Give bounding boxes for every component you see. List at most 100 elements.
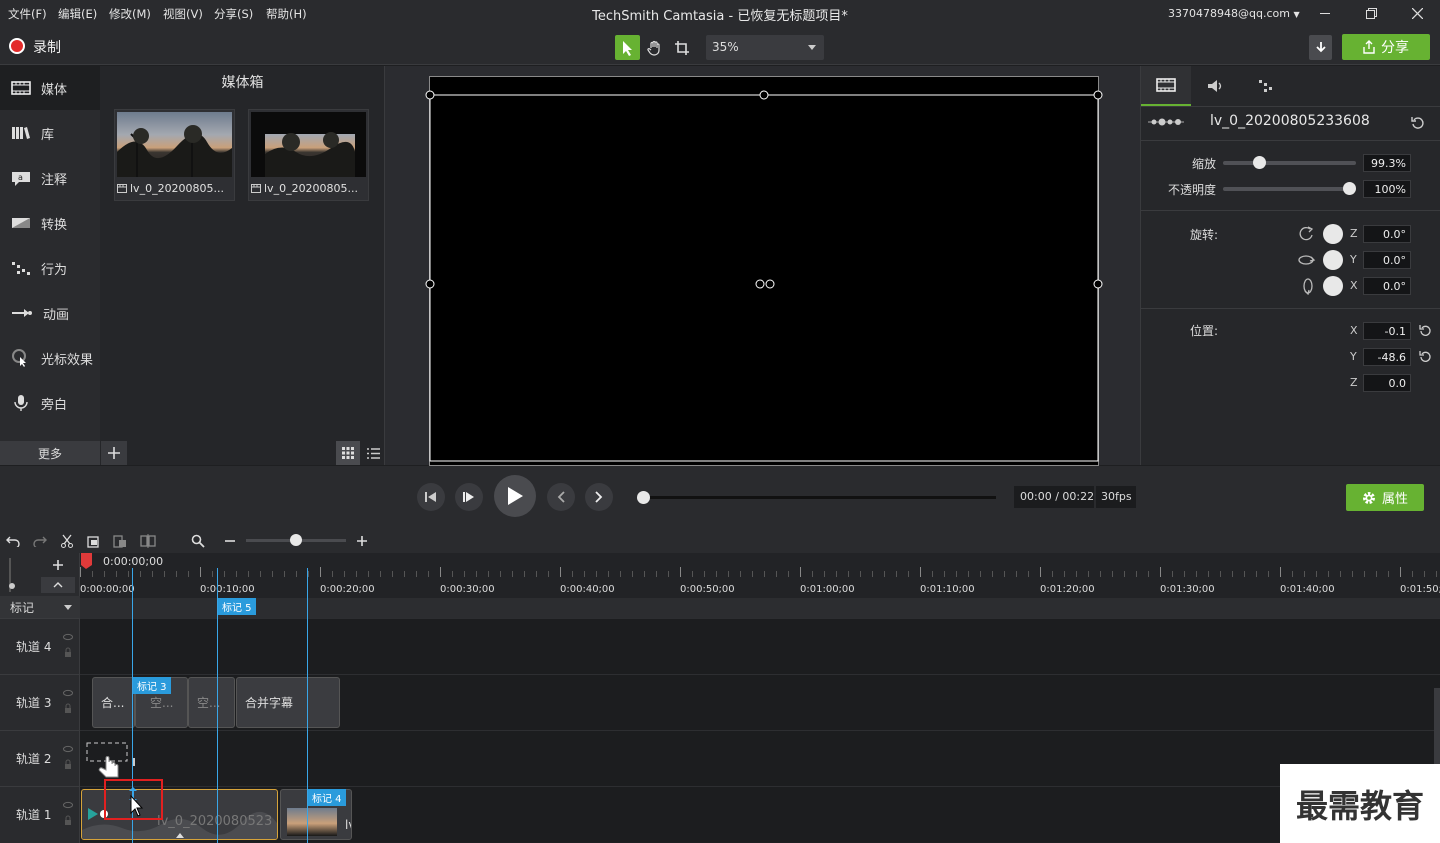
opacity-value[interactable]: 100% (1363, 180, 1411, 198)
sidebar-item-voice-narration[interactable]: 旁白 (0, 381, 100, 425)
caption-clip[interactable]: 空... (188, 677, 235, 728)
minimize-button[interactable] (1302, 0, 1348, 27)
markers-track-header[interactable]: 标记 (0, 596, 80, 618)
position-y-value[interactable]: -48.6 (1363, 348, 1411, 366)
timeline-zoom-knob[interactable] (290, 534, 302, 546)
crop-tool-button[interactable] (669, 35, 694, 60)
sidebar-item-animations[interactable]: 动画 (0, 291, 100, 335)
download-icon (1315, 42, 1326, 53)
marker-flag[interactable]: 标记 5 (218, 598, 256, 615)
scrub-bar[interactable] (643, 496, 996, 499)
paste-button[interactable] (110, 531, 130, 551)
zoom-out-button[interactable] (220, 531, 240, 551)
position-z-value[interactable]: 0.0 (1363, 374, 1411, 392)
rotation-label: 旋转: (1190, 228, 1219, 242)
sidebar-item-transitions[interactable]: 转换 (0, 201, 100, 245)
chevron-up-icon (53, 582, 63, 588)
marker-flag[interactable]: 标记 3 (133, 677, 171, 694)
record-icon[interactable] (9, 38, 25, 54)
next-button[interactable] (585, 483, 613, 511)
play-button[interactable] (494, 475, 536, 517)
caption-clip[interactable]: 合... (92, 677, 135, 728)
media-thumbnail (251, 112, 366, 177)
list-view-button[interactable] (362, 441, 384, 465)
step-back-button[interactable] (417, 483, 445, 511)
search-icon (191, 534, 205, 548)
rotate-x-knob[interactable] (1323, 276, 1343, 296)
pan-tool-button[interactable] (642, 35, 667, 60)
tab-audio-properties[interactable] (1191, 66, 1241, 106)
track-visibility-icon[interactable] (63, 633, 73, 663)
download-button[interactable] (1309, 35, 1332, 60)
reset-icon[interactable] (1419, 324, 1431, 336)
track-2[interactable] (80, 730, 1440, 786)
track-visibility-icon[interactable] (63, 745, 73, 775)
scale-slider[interactable] (1223, 161, 1356, 165)
chevron-right-icon (595, 491, 603, 503)
split-button[interactable] (138, 531, 158, 551)
rotate-y-value[interactable]: 0.0° (1363, 251, 1411, 269)
reset-icon[interactable] (1411, 116, 1424, 129)
scale-value[interactable]: 99.3% (1363, 154, 1411, 172)
timeline-ruler[interactable] (80, 553, 1440, 598)
scrub-knob[interactable] (637, 491, 650, 504)
add-media-button[interactable] (101, 441, 127, 465)
track-label: 轨道 3 (16, 696, 52, 710)
position-x-value[interactable]: -0.1 (1363, 322, 1411, 340)
track-visibility-icon[interactable] (63, 801, 73, 831)
markers-track[interactable] (80, 598, 1440, 618)
more-button[interactable]: 更多 (0, 441, 100, 465)
playhead-marker[interactable] (80, 553, 102, 569)
rotate-z-knob[interactable] (1323, 224, 1343, 244)
media-item[interactable]: lv_0_20200805... (248, 109, 369, 201)
properties-button[interactable]: 属性 (1346, 484, 1424, 511)
scale-slider-knob[interactable] (1253, 156, 1266, 169)
zoom-in-button[interactable] (352, 531, 372, 551)
cut-button[interactable] (57, 531, 77, 551)
restore-button[interactable] (1348, 0, 1394, 27)
pointer-icon (622, 40, 632, 56)
timeline-handle[interactable] (7, 558, 17, 592)
ruler-label: 0:00:20;00 (320, 584, 375, 595)
sidebar-item-annotations[interactable]: a 注释 (0, 156, 100, 200)
speaker-icon (1208, 80, 1222, 92)
tab-visual-properties[interactable] (1141, 66, 1191, 106)
step-forward-button[interactable] (455, 483, 483, 511)
rotate-y-knob[interactable] (1323, 250, 1343, 270)
share-button[interactable]: 分享 (1342, 34, 1430, 60)
rotate-x-value[interactable]: 0.0° (1363, 277, 1411, 295)
selection-handles[interactable] (425, 88, 1105, 468)
opacity-slider[interactable] (1223, 187, 1356, 191)
zoom-dropdown[interactable]: 35% (706, 35, 824, 60)
sidebar-item-cursor-effects[interactable]: 光标效果 (0, 336, 100, 380)
collapse-tracks-button[interactable] (41, 577, 75, 593)
opacity-slider-knob[interactable] (1343, 182, 1356, 195)
copy-button[interactable] (84, 531, 104, 551)
select-tool-button[interactable] (615, 35, 640, 60)
undo-button[interactable] (3, 531, 23, 551)
record-button[interactable]: 录制 (33, 37, 61, 57)
marker-flag[interactable]: 标记 4 (308, 789, 346, 806)
previous-button[interactable] (547, 483, 575, 511)
sidebar-item-behaviors[interactable]: 行为 (0, 246, 100, 290)
add-track-button[interactable] (41, 556, 75, 574)
track-visibility-icon[interactable] (63, 689, 73, 719)
zoom-fit-button[interactable] (188, 531, 208, 551)
rotate-z-value[interactable]: 0.0° (1363, 225, 1411, 243)
track-4[interactable] (80, 618, 1440, 674)
sidebar-item-library[interactable]: 库 (0, 111, 100, 155)
media-item[interactable]: lv_0_20200805... (114, 109, 235, 201)
merged-caption-clip[interactable]: 合并字幕 (236, 677, 340, 728)
fps-display[interactable]: 30fps (1096, 486, 1136, 508)
track-label: 轨道 4 (16, 640, 52, 654)
account-menu[interactable]: 3370478948@qq.com ▼ (1168, 7, 1300, 20)
reset-icon[interactable] (1419, 350, 1431, 362)
sidebar-item-media[interactable]: 媒体 (0, 66, 100, 110)
close-button[interactable] (1394, 0, 1440, 27)
redo-button[interactable] (30, 531, 50, 551)
grid-view-button[interactable] (336, 441, 360, 465)
media-item-label: lv_0_20200805... (130, 182, 225, 195)
expand-arrow-icon[interactable] (175, 831, 185, 839)
scale-label: 缩放 (1192, 157, 1217, 171)
tab-behavior-properties[interactable] (1241, 66, 1291, 106)
